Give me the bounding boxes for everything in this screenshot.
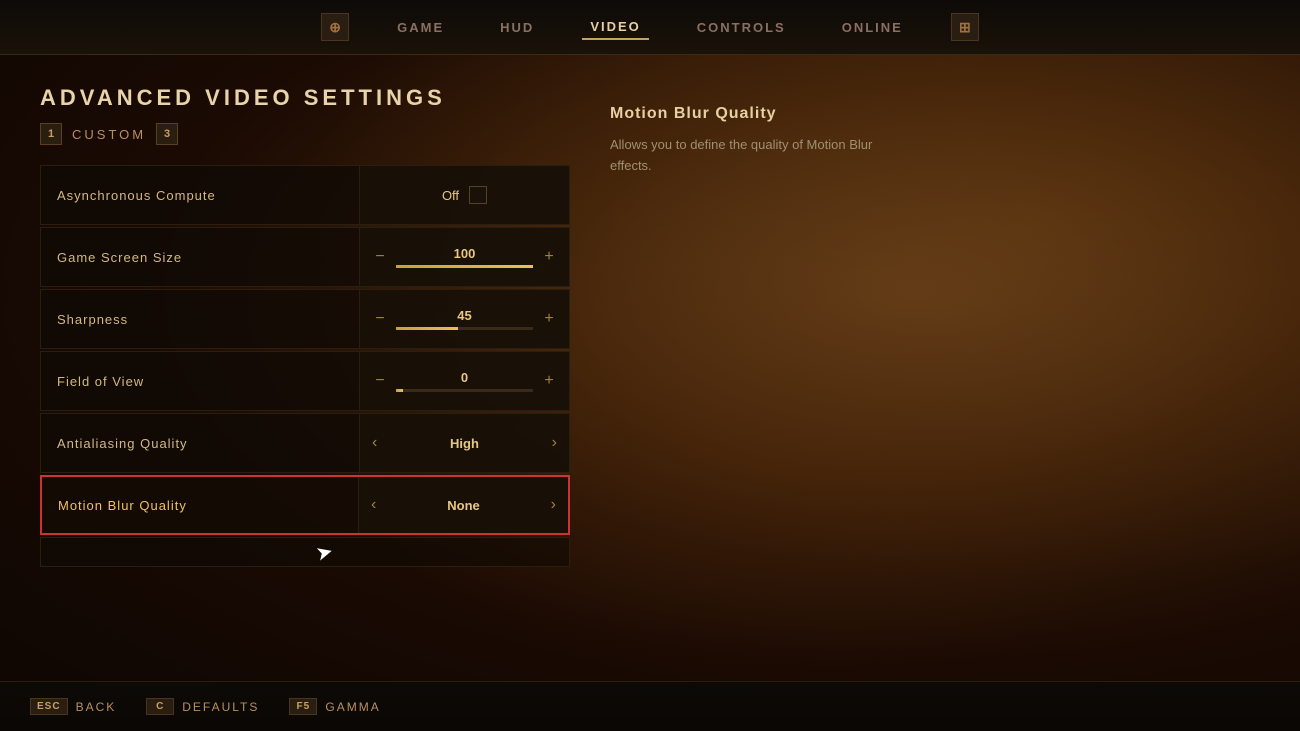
nav-hud[interactable]: HUD — [492, 16, 542, 39]
increase-screen-size-button[interactable]: + — [539, 248, 559, 266]
setting-control-sharpness: − 45 + — [359, 290, 569, 348]
slider-fill-screen-size — [396, 265, 533, 268]
decrease-screen-size-button[interactable]: − — [370, 248, 390, 266]
increase-fov-button[interactable]: + — [539, 372, 559, 390]
preset-row: 1 CUSTOM 3 — [40, 123, 570, 145]
slider-screen-size: − 100 + — [360, 246, 569, 268]
setting-name-screen-size: Game Screen Size — [41, 250, 359, 265]
preset-badge-1: 1 — [40, 123, 62, 145]
next-antialiasing-button[interactable]: › — [552, 434, 557, 452]
topbar: ⊕ GAME HUD VIDEO CONTROLS ONLINE ⊞ — [0, 0, 1300, 55]
gamma-label: Gamma — [325, 700, 380, 714]
preset-label: CUSTOM — [72, 127, 146, 142]
slider-fov: − 0 + — [360, 370, 569, 392]
back-action[interactable]: ESC Back — [30, 698, 116, 715]
nav-video[interactable]: VIDEO — [582, 15, 648, 40]
right-panel: Motion Blur Quality Allows you to define… — [570, 85, 1260, 651]
prev-motion-blur-button[interactable]: ‹ — [371, 496, 376, 514]
slider-track-screen-size[interactable] — [396, 265, 533, 268]
slider-value-screen-size: 100 — [454, 246, 476, 261]
setting-name-fov: Field of View — [41, 374, 359, 389]
setting-control-fov: − 0 + — [359, 352, 569, 410]
setting-name-sharpness: Sharpness — [41, 312, 359, 327]
c-key-badge: C — [146, 698, 174, 715]
slider-fill-fov — [396, 389, 403, 392]
slider-wrapper-sharpness: 45 — [396, 308, 533, 330]
slider-wrapper-screen-size: 100 — [396, 246, 533, 268]
back-label: Back — [76, 700, 117, 714]
setting-row-motion-blur[interactable]: Motion Blur Quality ‹ None › — [40, 475, 570, 535]
gamma-action[interactable]: F5 Gamma — [289, 698, 380, 715]
nav-online[interactable]: ONLINE — [834, 16, 911, 39]
setting-control-screen-size: − 100 + — [359, 228, 569, 286]
motion-blur-value: None — [447, 498, 480, 513]
setting-control-motion-blur: ‹ None › — [358, 477, 568, 533]
toggle-async-compute: Off — [442, 186, 487, 204]
defaults-action[interactable]: C Defaults — [146, 698, 259, 715]
slider-track-fov[interactable] — [396, 389, 533, 392]
slider-fill-sharpness — [396, 327, 458, 330]
setting-row-antialiasing[interactable]: Antialiasing Quality ‹ High › — [40, 413, 570, 473]
dropdown-antialiasing: ‹ High › — [360, 434, 569, 452]
topbar-icon-left: ⊕ — [321, 13, 349, 41]
info-title: Motion Blur Quality — [610, 105, 1220, 123]
defaults-label: Defaults — [182, 700, 259, 714]
setting-control-antialiasing: ‹ High › — [359, 414, 569, 472]
increase-sharpness-button[interactable]: + — [539, 310, 559, 328]
slider-wrapper-fov: 0 — [396, 370, 533, 392]
next-motion-blur-button[interactable]: › — [551, 496, 556, 514]
setting-row-fov[interactable]: Field of View − 0 + — [40, 351, 570, 411]
slider-track-sharpness[interactable] — [396, 327, 533, 330]
setting-name-async-compute: Asynchronous Compute — [41, 188, 359, 203]
dropdown-motion-blur: ‹ None › — [359, 496, 568, 514]
settings-list: Asynchronous Compute Off Game Screen Siz… — [40, 165, 570, 567]
decrease-sharpness-button[interactable]: − — [370, 310, 390, 328]
slider-value-fov: 0 — [461, 370, 468, 385]
antialiasing-value: High — [450, 436, 479, 451]
toggle-value-async: Off — [442, 188, 459, 203]
toggle-checkbox-async[interactable] — [469, 186, 487, 204]
left-panel: ADVANCED VIDEO SETTINGS 1 CUSTOM 3 Async… — [40, 85, 570, 651]
page-title: ADVANCED VIDEO SETTINGS — [40, 85, 570, 111]
partial-row — [40, 537, 570, 567]
bottom-bar: ESC Back C Defaults F5 Gamma — [0, 681, 1300, 731]
info-description: Allows you to define the quality of Moti… — [610, 135, 910, 177]
preset-badge-2: 3 — [156, 123, 178, 145]
setting-name-antialiasing: Antialiasing Quality — [41, 436, 359, 451]
nav-game[interactable]: GAME — [389, 16, 452, 39]
topbar-icon-right: ⊞ — [951, 13, 979, 41]
f5-key-badge: F5 — [289, 698, 317, 715]
setting-name-motion-blur: Motion Blur Quality — [42, 498, 358, 513]
slider-sharpness: − 45 + — [360, 308, 569, 330]
main-content: ADVANCED VIDEO SETTINGS 1 CUSTOM 3 Async… — [0, 55, 1300, 681]
decrease-fov-button[interactable]: − — [370, 372, 390, 390]
nav-controls[interactable]: CONTROLS — [689, 16, 794, 39]
setting-control-async-compute: Off — [359, 166, 569, 224]
setting-row-async-compute[interactable]: Asynchronous Compute Off — [40, 165, 570, 225]
slider-value-sharpness: 45 — [457, 308, 471, 323]
esc-key-badge: ESC — [30, 698, 68, 715]
setting-row-sharpness[interactable]: Sharpness − 45 + — [40, 289, 570, 349]
setting-row-screen-size[interactable]: Game Screen Size − 100 + — [40, 227, 570, 287]
prev-antialiasing-button[interactable]: ‹ — [372, 434, 377, 452]
